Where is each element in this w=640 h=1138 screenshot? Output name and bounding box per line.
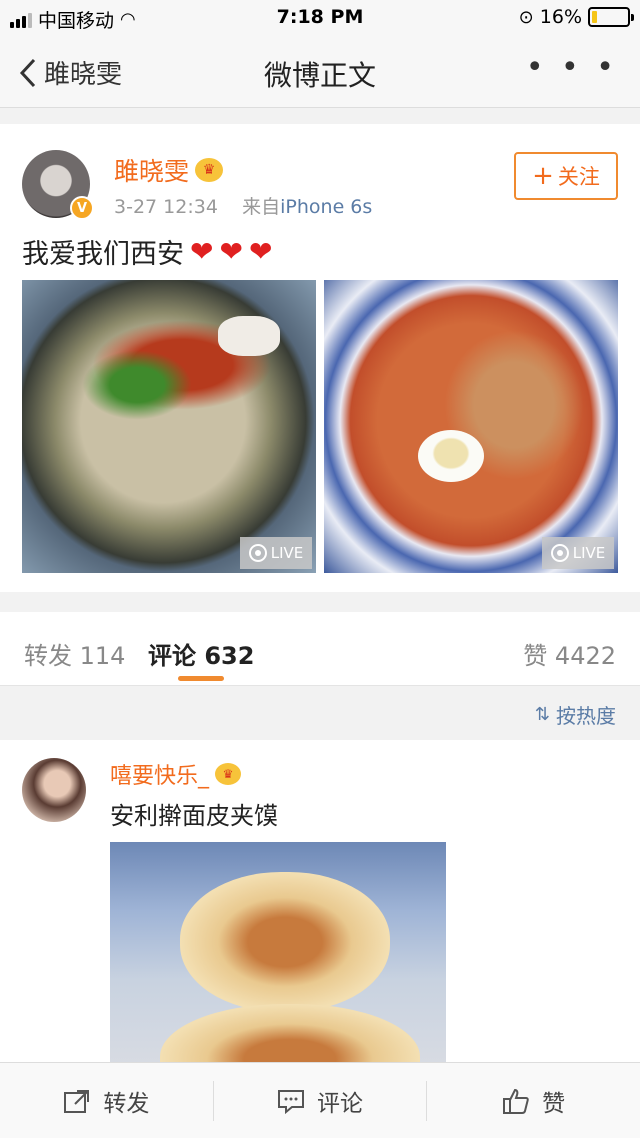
post-image[interactable]: LIVE xyxy=(22,280,316,573)
post-timestamp: 3-27 12:34 xyxy=(114,196,218,218)
more-button[interactable]: • • • xyxy=(526,50,618,85)
tab-repost-label: 转发 xyxy=(24,642,72,670)
tab-like-count: 4422 xyxy=(554,642,616,670)
author-name[interactable]: 雎晓雯 xyxy=(114,152,189,188)
commenter-name-row: 嘻要快乐_ ♛ xyxy=(110,758,242,790)
repost-button[interactable]: 转发 xyxy=(0,1081,213,1121)
commenter-name[interactable]: 嘻要快乐_ xyxy=(110,758,209,790)
tab-repost[interactable]: 转发 114 xyxy=(24,636,125,671)
sort-icon: ⇅ xyxy=(534,704,550,725)
heart-icon: ❤ xyxy=(190,235,214,268)
thumbs-up-icon xyxy=(503,1088,529,1114)
verified-badge-icon: V xyxy=(70,196,94,220)
comment-label: 评论 xyxy=(317,1090,363,1117)
repost-label: 转发 xyxy=(103,1090,150,1117)
live-photo-icon xyxy=(550,544,569,562)
comment-text: 安利擀面皮夹馍 xyxy=(110,802,278,830)
live-label: LIVE xyxy=(572,544,606,562)
sort-label: 按热度 xyxy=(556,704,616,728)
active-tab-indicator xyxy=(178,676,224,681)
source-device[interactable]: iPhone 6s xyxy=(280,196,372,218)
follow-button[interactable]: + 关注 xyxy=(514,152,618,200)
sort-bar: ⇅ 按热度 xyxy=(0,686,640,740)
heart-icon: ❤ xyxy=(219,235,243,268)
source-prefix: 来自 xyxy=(242,196,281,218)
follow-label: 关注 xyxy=(557,165,600,189)
share-icon xyxy=(64,1089,90,1113)
tab-like-label: 赞 xyxy=(523,642,548,670)
comment-image[interactable] xyxy=(110,842,446,1062)
battery-percent: 16% xyxy=(539,6,582,28)
commenter-avatar[interactable] xyxy=(22,758,86,822)
live-photo-icon xyxy=(248,544,267,562)
like-button[interactable]: 赞 xyxy=(426,1080,640,1121)
tab-comment-label: 评论 xyxy=(148,642,196,670)
tab-comment-count: 632 xyxy=(204,642,255,670)
tab-like[interactable]: 赞 4422 xyxy=(523,636,616,671)
comment-item: 嘻要快乐_ ♛ 安利擀面皮夹馍 xyxy=(0,740,640,1062)
tab-repost-count: 114 xyxy=(79,642,126,670)
sort-by-hot-button[interactable]: ⇅ 按热度 xyxy=(535,700,616,729)
post-meta: 3-27 12:34 来自iPhone 6s xyxy=(114,192,372,219)
crown-icon: ♛ xyxy=(215,763,242,785)
live-label: LIVE xyxy=(270,544,304,562)
plus-icon: + xyxy=(532,161,554,191)
bottom-action-bar: 转发 评论 赞 xyxy=(0,1062,640,1138)
post-text: 我爱我们西安 ❤ ❤ ❤ xyxy=(22,232,272,271)
heart-icon: ❤ xyxy=(248,235,273,268)
post-image[interactable]: LIVE xyxy=(324,280,618,573)
live-badge: LIVE xyxy=(542,537,614,569)
live-badge: LIVE xyxy=(240,537,312,569)
post-text-body: 我爱我们西安 xyxy=(22,239,184,270)
author-name-row: 雎晓雯 ♛ xyxy=(114,152,224,188)
battery-icon xyxy=(588,7,634,27)
crown-icon: ♛ xyxy=(195,158,224,182)
tab-comment[interactable]: 评论 632 xyxy=(148,636,254,671)
nav-bar: 雎晓雯 微博正文 • • • xyxy=(0,36,640,108)
post-card: V 雎晓雯 ♛ 3-27 12:34 来自iPhone 6s + 关注 我爱我们… xyxy=(0,124,640,592)
comment-button[interactable]: 评论 xyxy=(212,1080,427,1121)
comment-icon xyxy=(278,1089,304,1114)
orientation-lock-icon: ⊙ xyxy=(518,6,534,28)
post-tabs: 转发 114 评论 632 赞 4422 xyxy=(0,612,640,686)
status-bar: 中国移动 ◠ 7:18 PM ⊙ 16% xyxy=(0,0,640,36)
like-label: 赞 xyxy=(542,1090,566,1117)
status-right: ⊙ 16% xyxy=(518,6,634,28)
